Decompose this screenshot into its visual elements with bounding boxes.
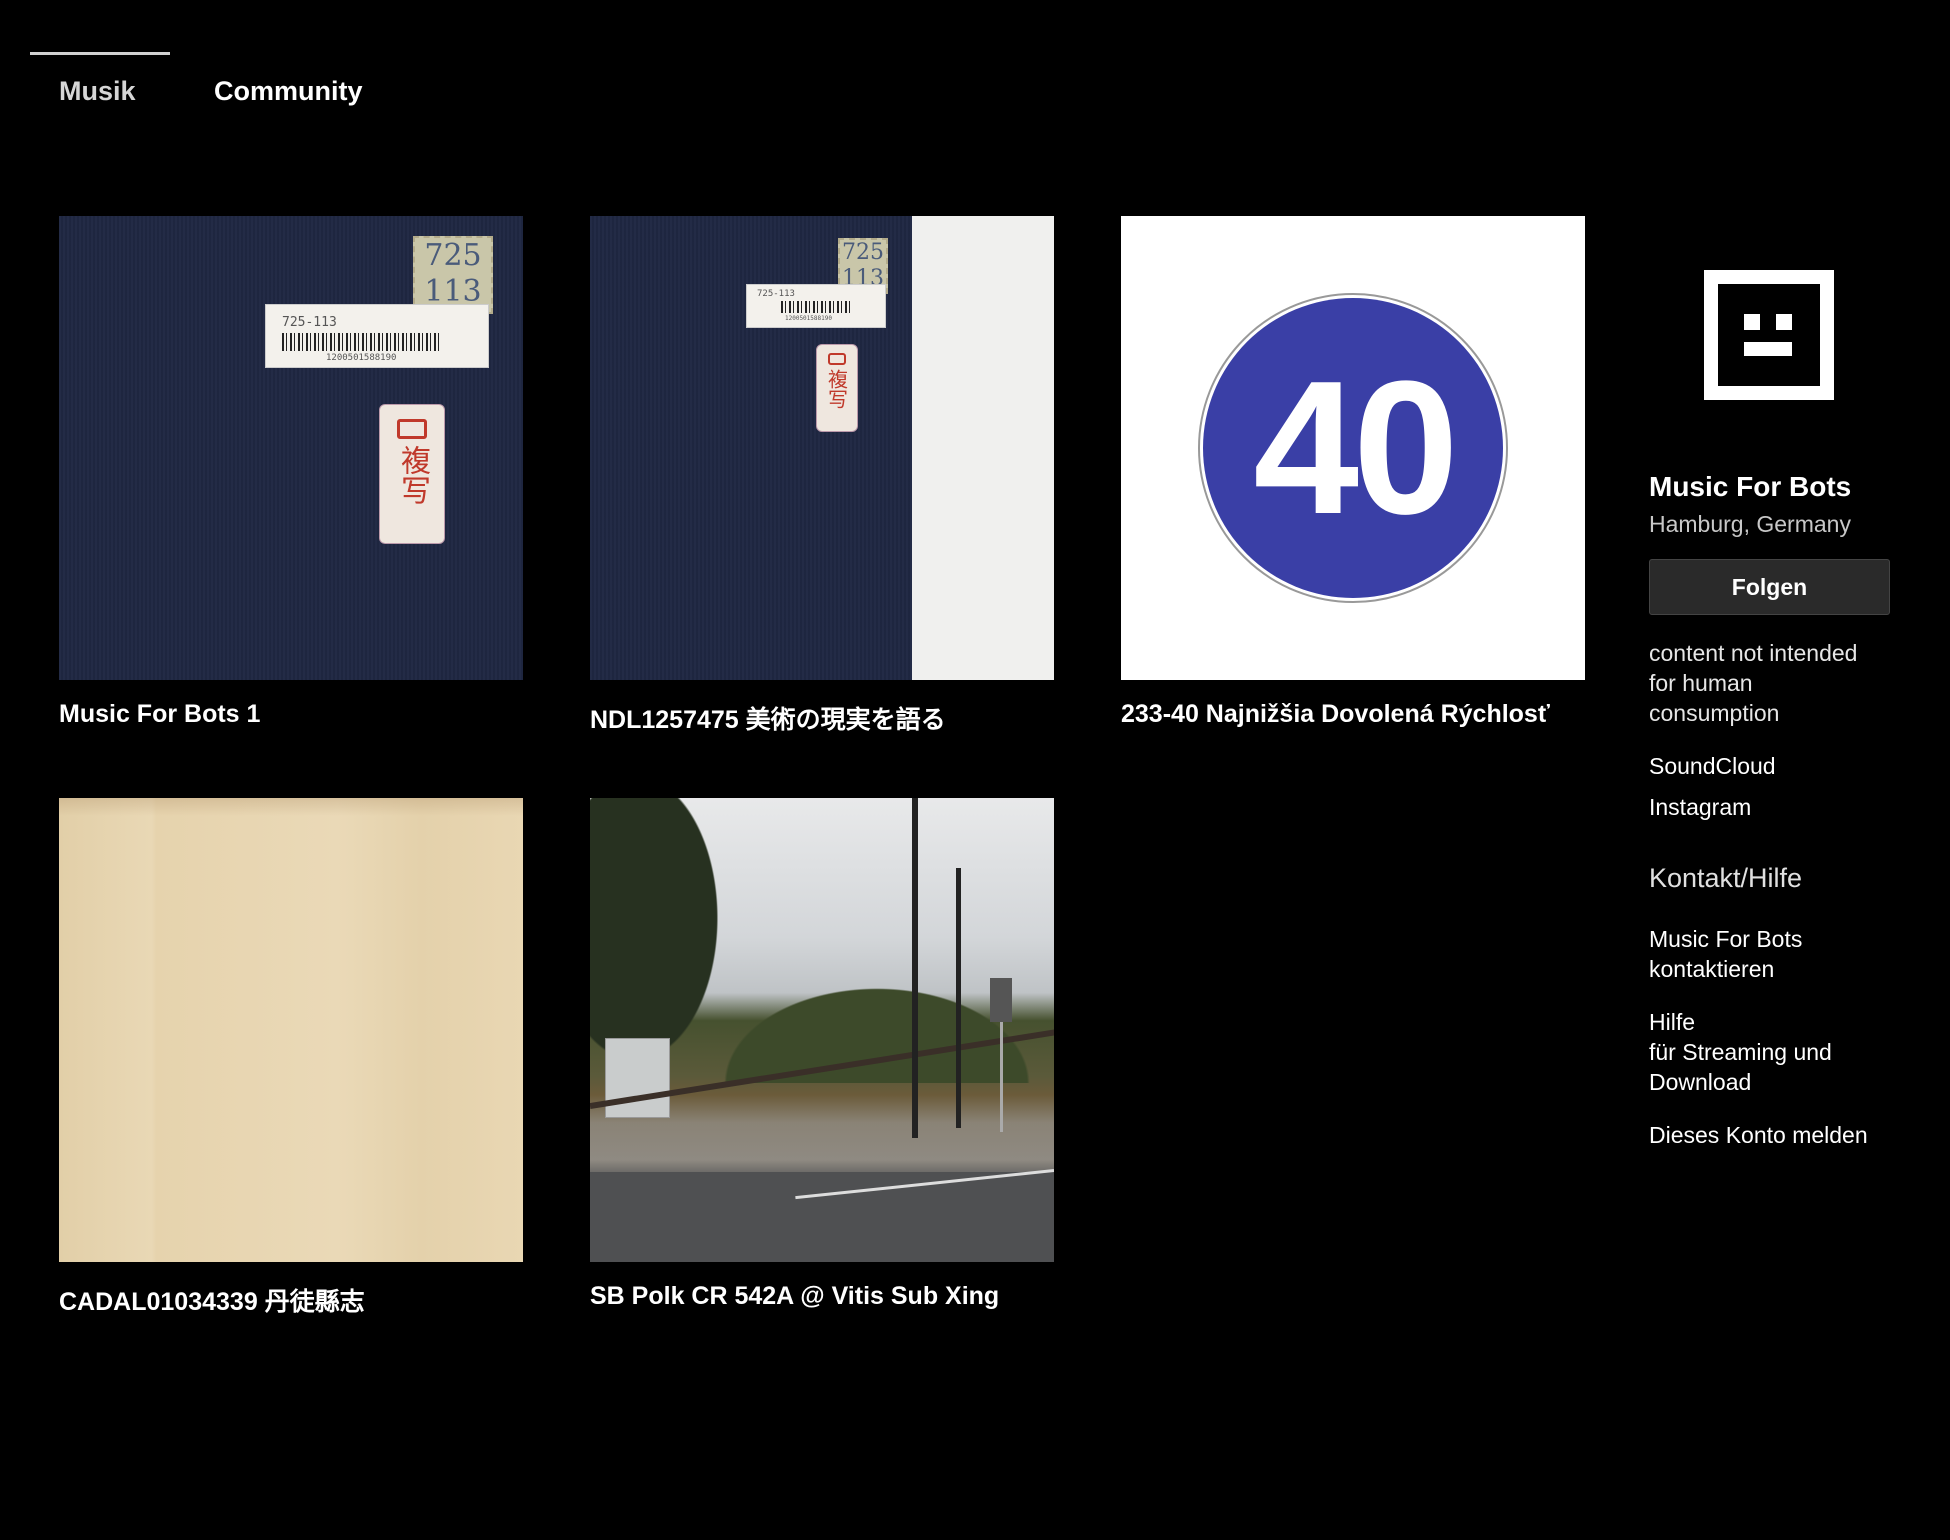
barcode — [282, 333, 442, 351]
artist-name[interactable]: Music For Bots — [1649, 471, 1891, 503]
barcode-number: 1200501588190 — [326, 353, 397, 363]
instagram-link[interactable]: Instagram — [1649, 794, 1891, 820]
barcode-number: 1200501588190 — [785, 315, 832, 322]
crossing-pole — [912, 798, 918, 1138]
help-link[interactable]: Hilfe für Streaming und Download — [1649, 1007, 1869, 1097]
utility-box — [605, 1038, 670, 1118]
artist-sidebar: Music For Bots Hamburg, Germany Folgen c… — [1649, 216, 1891, 1150]
copy-tag: 複写 — [379, 404, 445, 544]
release-card[interactable]: SB Polk CR 542A @ Vitis Sub Xing — [590, 798, 1054, 1311]
soundcloud-link[interactable]: SoundCloud — [1649, 753, 1891, 779]
tab-musik[interactable]: Musik — [59, 76, 136, 107]
release-card[interactable]: 40 233-40 Najnižšia Dovolená Rýchlosť — [1121, 216, 1585, 729]
library-stamp: 725 113 — [413, 236, 493, 314]
follow-button[interactable]: Folgen — [1649, 559, 1890, 615]
copy-tag-text: 複写 — [395, 445, 430, 505]
tab-community[interactable]: Community — [214, 76, 363, 107]
red-box-mark — [397, 419, 427, 439]
barcode — [781, 301, 853, 313]
road-sign — [990, 978, 1012, 1022]
road — [590, 1172, 1054, 1262]
active-tab-indicator — [30, 52, 170, 55]
contact-heading: Kontakt/Hilfe — [1649, 863, 1803, 893]
release-cover[interactable] — [59, 798, 523, 1262]
release-title[interactable]: NDL1257475 美術の現実を語る — [590, 700, 1054, 736]
red-box-mark — [828, 353, 846, 365]
artist-location: Hamburg, Germany — [1649, 511, 1851, 537]
release-card[interactable]: 725 113 725-113 1200501588190 複写 Music F… — [59, 216, 523, 729]
release-title[interactable]: 233-40 Najnižšia Dovolená Rýchlosť — [1121, 700, 1585, 729]
artist-bio: content not intended for human consumpti… — [1649, 640, 1858, 726]
copy-tag: 複写 — [816, 344, 858, 432]
speed-sign: 40 — [1198, 293, 1508, 603]
release-cover[interactable]: 725 113 725-113 1200501588190 複写 — [590, 216, 1054, 680]
release-title[interactable]: CADAL01034339 丹徒縣志 — [59, 1282, 523, 1318]
utility-pole — [956, 868, 961, 1128]
robot-eye — [1744, 314, 1760, 330]
sign-post — [1000, 1022, 1003, 1132]
release-cover[interactable] — [590, 798, 1054, 1262]
robot-mouth — [1744, 342, 1792, 356]
speed-sign-number: 40 — [1203, 298, 1503, 598]
barcode-label: 725-113 1200501588190 — [746, 284, 886, 328]
release-title[interactable]: Music For Bots 1 — [59, 700, 523, 729]
release-card[interactable]: 725 113 725-113 1200501588190 複写 NDL1257… — [590, 216, 1054, 736]
robot-face-icon — [1718, 284, 1820, 386]
artist-avatar[interactable] — [1704, 270, 1834, 400]
robot-eye — [1776, 314, 1792, 330]
release-card[interactable]: CADAL01034339 丹徒縣志 — [59, 798, 523, 1318]
report-account-link[interactable]: Dieses Konto melden — [1649, 1120, 1891, 1150]
release-cover[interactable]: 725 113 725-113 1200501588190 複写 — [59, 216, 523, 680]
white-page — [912, 216, 1054, 680]
barcode-label-text: 725-113 — [282, 315, 337, 330]
release-cover[interactable]: 40 — [1121, 216, 1585, 680]
barcode-label-text: 725-113 — [757, 289, 795, 299]
copy-tag-text: 複写 — [824, 369, 849, 409]
contact-artist-link[interactable]: Music For Bots kontaktieren — [1649, 924, 1849, 984]
barcode-label: 725-113 1200501588190 — [265, 304, 489, 368]
release-title[interactable]: SB Polk CR 542A @ Vitis Sub Xing — [590, 1282, 1054, 1311]
